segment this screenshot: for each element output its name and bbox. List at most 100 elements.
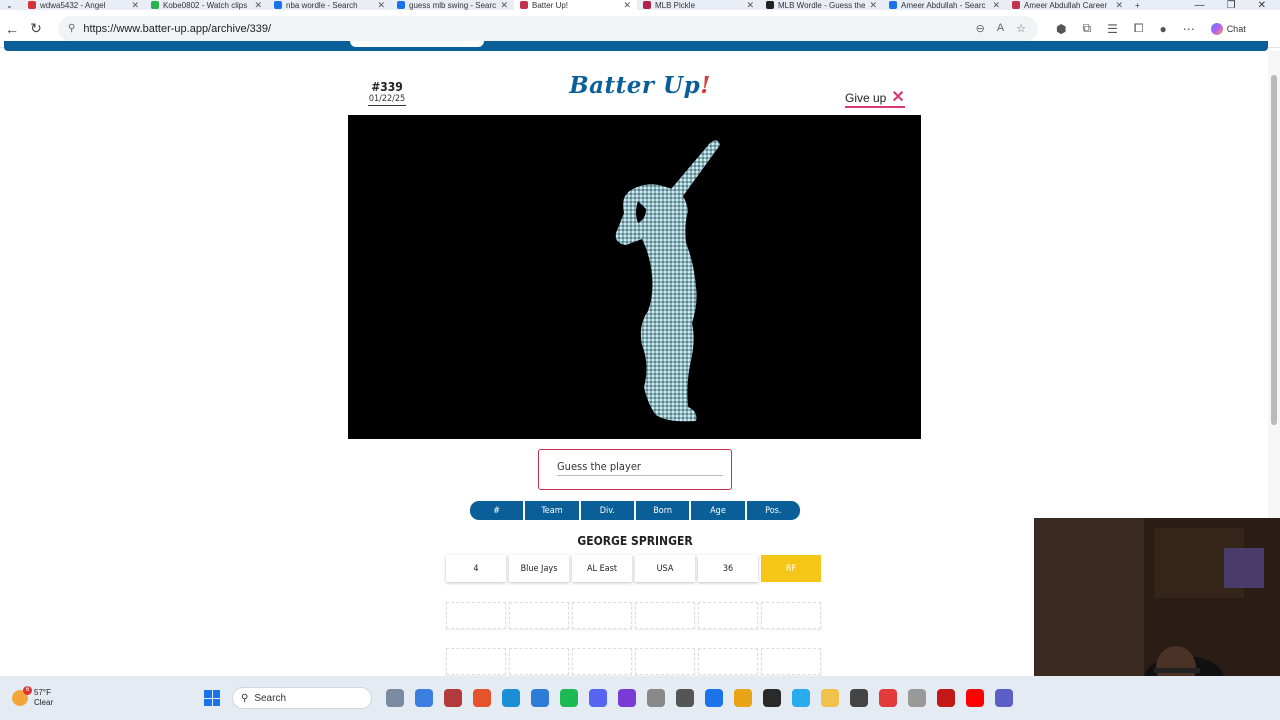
settings-icon[interactable] [908,689,926,707]
search-icon: ⚲ [241,692,249,704]
url-field[interactable]: ⚲ https://www.batter-up.app/archive/339/… [58,15,1038,42]
browser-tab[interactable]: Ameer Abdullah Career ✕ [1006,0,1129,10]
start-icon[interactable] [204,690,220,706]
read-aloud-icon[interactable]: A [997,22,1004,35]
task-view-icon[interactable] [386,689,404,707]
zoom-icon[interactable]: ⊖ [976,22,985,35]
site-logo[interactable]: Batter Up! [540,72,740,99]
guess-input[interactable] [557,456,725,476]
streamlabs-icon[interactable] [879,689,897,707]
site-title: Batter Up [569,72,701,99]
guess-field [538,449,732,490]
close-window-icon[interactable]: ✕ [1258,0,1266,10]
scrollbar-thumb[interactable] [1271,75,1277,425]
guess-cell: AL East [572,555,632,582]
chrome-icon[interactable] [734,689,752,707]
tab-title: MLB Pickle [655,0,696,10]
discord-icon[interactable] [589,689,607,707]
give-up-button[interactable]: Give up ✕ [845,90,905,108]
browser-tab[interactable]: Kobe0802 - Watch clips ✕ [145,0,268,10]
window-controls: — ❐ ✕ [1195,0,1280,10]
column-headers: # Team Div. Born Age Pos. [470,501,800,520]
more-menu-icon[interactable]: ⋯ [1183,22,1195,36]
copilot-chat-button[interactable]: Chat [1210,22,1246,35]
puzzle-date[interactable]: 01/22/25 [368,94,406,106]
profile-avatar[interactable]: ● [1159,22,1166,36]
reload-icon[interactable]: ↻ [24,20,48,37]
edge-icon[interactable] [502,689,520,707]
tab-strip: ⌄ wdwa5432 - Angel ✕ Kobe0802 - Watch clip… [0,0,1280,10]
chevron-down-icon: ⌄ [6,0,13,10]
tab-close-icon[interactable]: ✕ [254,0,262,10]
tab-close-icon[interactable]: ✕ [131,0,139,10]
file-explorer-icon[interactable] [821,689,839,707]
spotify-icon[interactable] [560,689,578,707]
browser-tab[interactable]: nba wordle - Search ✕ [268,0,391,10]
extension-icon[interactable]: ⬢ [1056,22,1066,36]
tab-close-icon[interactable]: ✕ [1115,0,1123,10]
guess-cell: 4 [446,555,506,582]
media-player-icon[interactable] [850,689,868,707]
guess-cell: RF [761,555,821,582]
obs-icon[interactable] [647,689,665,707]
tab-close-icon[interactable]: ✕ [746,0,754,10]
brave-icon[interactable] [473,689,491,707]
taskbar-apps [386,689,1013,707]
favorites-icon[interactable]: ☰ [1107,22,1118,36]
swing-silhouette-stage [348,115,921,439]
tab-close-icon[interactable]: ✕ [869,0,877,10]
browser-tab[interactable]: wdwa5432 - Angel ✕ [22,0,145,10]
site-info-icon[interactable]: ⚲ [68,23,75,34]
taskbar-search[interactable]: ⚲ Search [232,687,372,709]
tab-close-icon[interactable]: ✕ [377,0,385,10]
tab-close-icon[interactable]: ✕ [623,0,631,10]
tab-close-icon[interactable]: ✕ [992,0,1000,10]
messenger-icon[interactable] [618,689,636,707]
weather-widget[interactable]: 6 57°F Clear [0,686,200,708]
tab-title: Batter Up! [532,0,569,10]
youtube-icon[interactable] [966,689,984,707]
maximize-icon[interactable]: ❐ [1227,0,1236,10]
collections-icon[interactable]: ⧠ [1134,21,1144,36]
empty-guess-cell [761,602,821,629]
telegram-icon[interactable] [792,689,810,707]
teams-icon[interactable] [995,689,1013,707]
tab-favicon-icon [28,1,36,9]
taskbar: 6 57°F Clear ⚲ Search [0,676,1280,720]
tab-favicon-icon [274,1,282,9]
split-screen-icon[interactable]: ⧉ [1082,21,1091,36]
tab-favicon-icon [397,1,405,9]
browser-tab[interactable]: MLB Wordle - Guess the ✕ [760,0,883,10]
webcam-overlay [1034,518,1280,678]
photos-icon[interactable] [531,689,549,707]
browser-tab[interactable]: guess mlb swing - Searc ✕ [391,0,514,10]
empty-guess-cell [698,602,758,629]
column-header: Team [525,501,579,520]
chat-label: Chat [1226,23,1246,34]
browser-tab[interactable]: Batter Up! ✕ [514,0,637,10]
tab-close-icon[interactable]: ✕ [500,0,508,10]
browser-tab[interactable]: MLB Pickle ✕ [637,0,760,10]
browser-tab[interactable]: Ameer Abdullah - Searc ✕ [883,0,1006,10]
favorite-star-icon[interactable]: ☆ [1016,22,1026,35]
copilot-app-icon[interactable] [415,689,433,707]
webcam-image [1034,518,1280,678]
news-app-icon[interactable] [444,689,462,707]
store-icon[interactable] [763,689,781,707]
tab-list-button[interactable]: ⌄ [0,0,22,10]
opera-icon[interactable] [937,689,955,707]
column-header: Born [635,501,690,520]
batter-silhouette [615,140,720,422]
empty-guess-cell [572,602,632,629]
steam-icon[interactable] [705,689,723,707]
new-tab-button[interactable]: + [1129,0,1146,10]
weather-condition: Clear [34,698,54,707]
app-icon-generic[interactable] [676,689,694,707]
tab-title: guess mlb swing - Searc [409,0,497,10]
empty-guess-row [446,602,824,629]
minimize-icon[interactable]: — [1195,0,1205,10]
back-icon[interactable]: ← [0,21,24,37]
url-text: https://www.batter-up.app/archive/339/ [83,22,272,35]
notification-badge: 6 [23,686,32,695]
site-title-bang: ! [700,72,711,99]
